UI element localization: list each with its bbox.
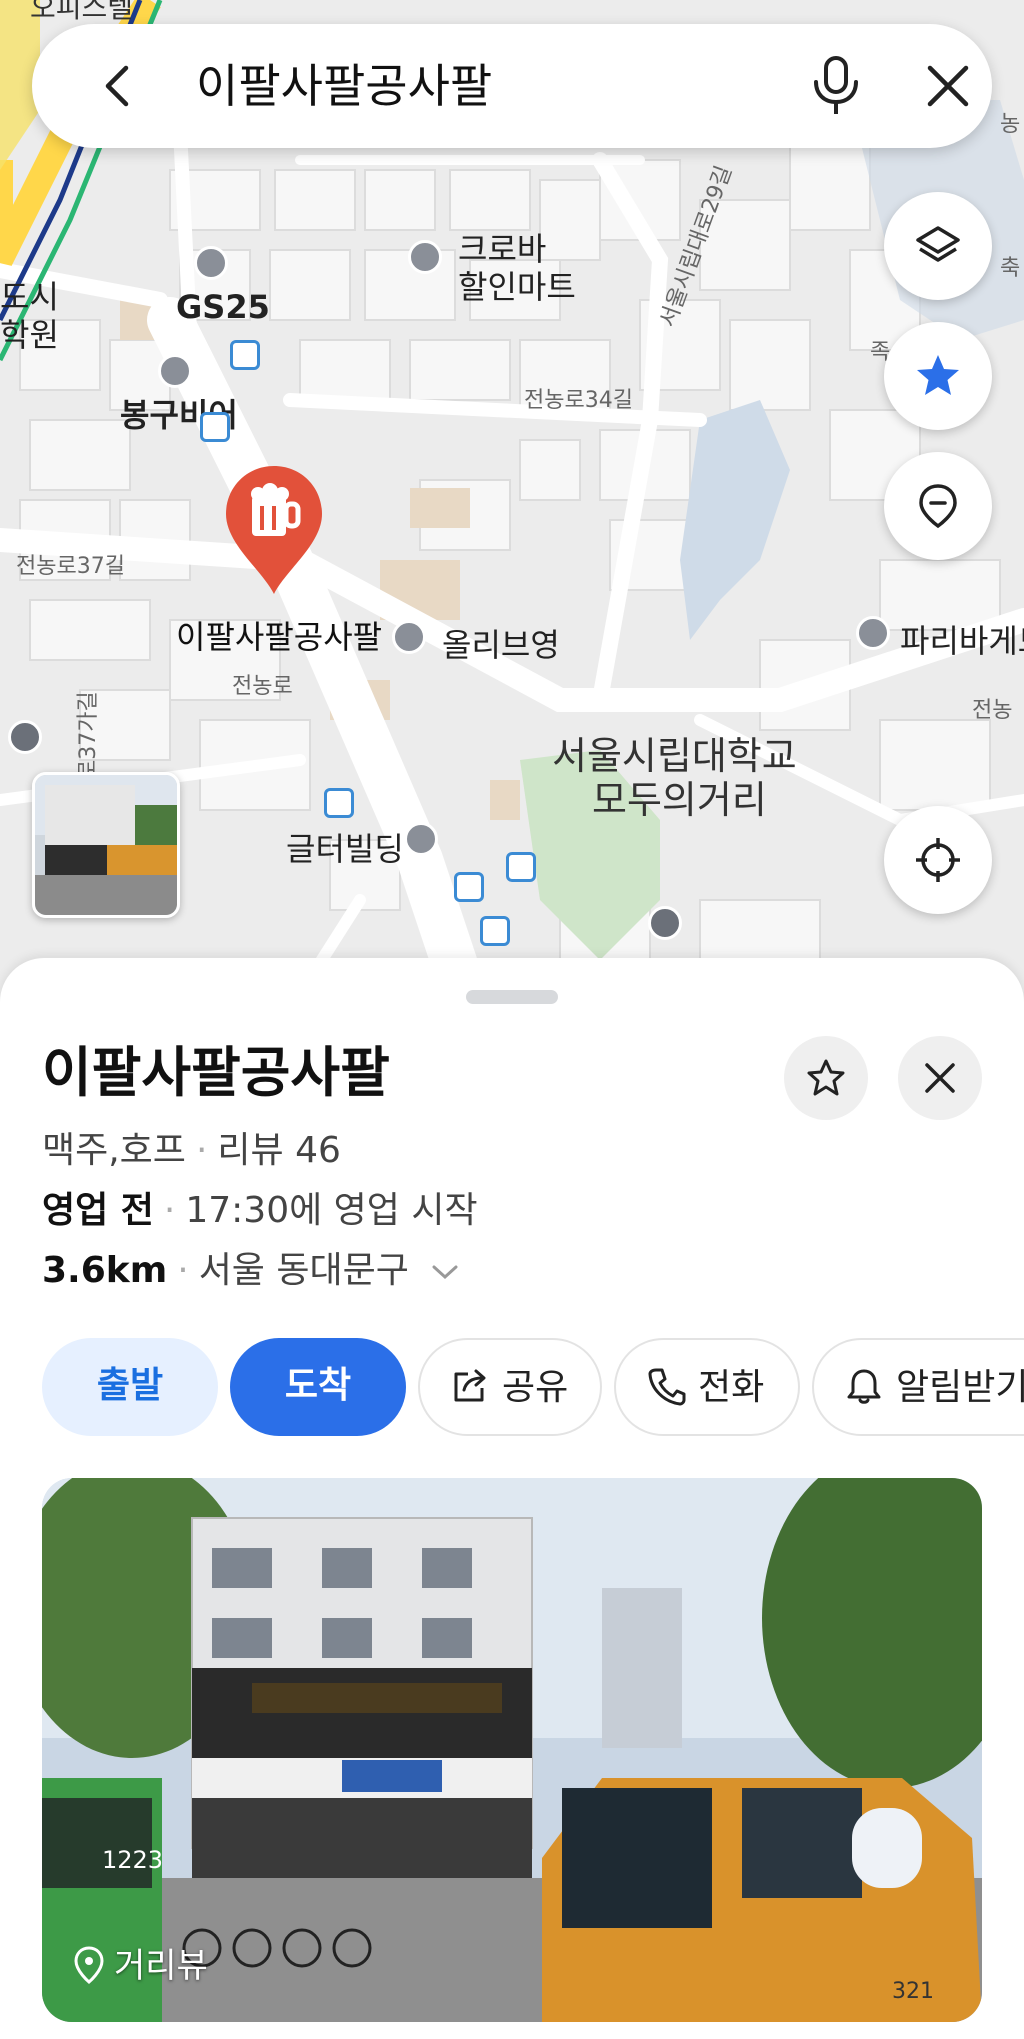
business-status: 영업 전 bbox=[42, 1190, 154, 1231]
place-name: 이팔사팔공사팔 bbox=[42, 1041, 390, 1104]
my-places-button[interactable] bbox=[884, 452, 992, 560]
start-button[interactable]: 출발 bbox=[42, 1338, 218, 1436]
bakery-icon[interactable] bbox=[856, 616, 890, 650]
map-label-academy: 학원 bbox=[0, 316, 59, 354]
building-icon[interactable] bbox=[404, 822, 438, 856]
map-label-selected-place[interactable]: 이팔사팔공사팔 bbox=[176, 612, 382, 658]
close-icon bbox=[925, 1063, 955, 1093]
shopping-icon[interactable] bbox=[392, 620, 426, 654]
bus-stop-icon[interactable] bbox=[230, 340, 260, 370]
bus-stop-icon[interactable] bbox=[480, 916, 510, 946]
notify-button[interactable]: 알림받기 bbox=[812, 1338, 1024, 1436]
map-label-edge-nong: 농 bbox=[1000, 112, 1021, 137]
place-detail-sheet: 이팔사팔공사팔 맥주,호프 · 리뷰 46 영업 전 · 17:30에 영업 시작 3.… bbox=[0, 958, 1024, 2039]
place-category: 맥주,호프 bbox=[42, 1130, 186, 1171]
hours-row[interactable]: 영업 전 · 17:30에 영업 시작 bbox=[42, 1188, 478, 1234]
chevron-down-icon bbox=[432, 1265, 458, 1280]
review-count[interactable]: 리뷰 46 bbox=[217, 1130, 341, 1171]
landmark-icon[interactable] bbox=[648, 906, 682, 940]
back-arrow-icon[interactable] bbox=[96, 64, 140, 108]
location-row[interactable]: 3.6km · 서울 동대문구 bbox=[42, 1248, 460, 1294]
streetview-thumbnail-image bbox=[35, 775, 177, 915]
search-bar[interactable]: 이팔사팔공사팔 bbox=[32, 24, 992, 148]
streetview-label[interactable]: 거리뷰 bbox=[72, 1944, 208, 1988]
layers-button[interactable] bbox=[884, 192, 992, 300]
selected-place-pin-icon[interactable] bbox=[222, 462, 326, 598]
region: 서울 동대문구 bbox=[198, 1250, 409, 1291]
repair-shop-icon[interactable] bbox=[8, 720, 42, 754]
star-outline-icon bbox=[807, 1059, 845, 1096]
bell-icon bbox=[847, 1369, 881, 1404]
location-pin-minus-icon bbox=[919, 484, 957, 529]
star-icon bbox=[917, 355, 959, 395]
map-label-edge-chuk: 축 bbox=[1000, 256, 1021, 281]
phone-icon bbox=[648, 1368, 686, 1406]
crosshair-icon bbox=[916, 838, 960, 882]
bus-number: 1223 bbox=[102, 1846, 163, 1874]
streetview-image: 1223 321 bbox=[42, 1478, 982, 2022]
truck-number: 321 bbox=[892, 1979, 934, 2004]
search-query[interactable]: 이팔사팔공사팔 bbox=[196, 58, 492, 114]
map-label-jeonnong-37: 전농로37길 bbox=[16, 554, 125, 579]
opening-time: 17:30에 영업 시작 bbox=[185, 1190, 478, 1231]
share-icon bbox=[454, 1369, 486, 1402]
bus-stop-icon[interactable] bbox=[454, 872, 484, 902]
map-label-uos-street-1: 서울시립대학교 bbox=[552, 734, 797, 778]
call-label: 전화 bbox=[698, 1367, 765, 1408]
mart-icon[interactable] bbox=[408, 240, 442, 274]
map-label-jeonnongro: 전농로 bbox=[232, 674, 293, 699]
map-label-jeonnong-34: 전농로34길 bbox=[524, 388, 633, 413]
map-label-croba-2[interactable]: 할인마트 bbox=[458, 262, 576, 308]
category-row: 맥주,호프 · 리뷰 46 bbox=[42, 1130, 341, 1171]
location-pin-icon bbox=[74, 1945, 104, 1984]
arrive-button[interactable]: 도착 bbox=[230, 1338, 406, 1436]
map-view[interactable]: 오피스텔 도시 학원 GS25 봉구비어 크로바 할인마트 전농로37길 전농로… bbox=[0, 0, 1024, 1010]
sheet-drag-handle[interactable] bbox=[466, 990, 558, 1004]
bus-stop-icon[interactable] bbox=[200, 412, 230, 442]
map-label-gulter-building[interactable]: 글터빌딩 bbox=[286, 824, 404, 870]
call-button[interactable]: 전화 bbox=[614, 1338, 800, 1436]
map-label-paris-baguette[interactable]: 파리바게드 bbox=[900, 616, 1024, 662]
map-label-gs25[interactable]: GS25 bbox=[176, 288, 270, 326]
streetview-label-text: 거리뷰 bbox=[114, 1946, 208, 1986]
share-label: 공유 bbox=[502, 1367, 569, 1408]
convenience-store-icon[interactable] bbox=[194, 246, 228, 280]
favorites-button[interactable] bbox=[884, 322, 992, 430]
bus-stop-icon[interactable] bbox=[506, 852, 536, 882]
map-label-ro37ga: 로37가길 bbox=[76, 691, 101, 780]
clear-search-icon[interactable] bbox=[924, 62, 972, 110]
distance: 3.6km bbox=[42, 1250, 168, 1291]
streetview-thumbnail[interactable] bbox=[32, 772, 180, 918]
bar-icon[interactable] bbox=[158, 354, 192, 388]
streetview-photo[interactable]: 1223 321 거리뷰 bbox=[42, 1478, 982, 2022]
save-favorite-button[interactable] bbox=[784, 1036, 868, 1120]
microphone-icon[interactable] bbox=[806, 54, 866, 118]
close-sheet-button[interactable] bbox=[898, 1036, 982, 1120]
notify-label: 알림받기 bbox=[896, 1367, 1024, 1408]
map-label-olive-young[interactable]: 올리브영 bbox=[442, 620, 560, 666]
map-label-officetel: 오피스텔 bbox=[30, 0, 134, 24]
layers-icon bbox=[916, 226, 960, 262]
map-label-jeonnong-right: 전농 bbox=[972, 698, 1013, 723]
bus-stop-icon[interactable] bbox=[324, 788, 354, 818]
map-label-uos-street-2: 모두의거리 bbox=[592, 778, 767, 822]
share-button[interactable]: 공유 bbox=[418, 1338, 602, 1436]
current-location-button[interactable] bbox=[884, 806, 992, 914]
